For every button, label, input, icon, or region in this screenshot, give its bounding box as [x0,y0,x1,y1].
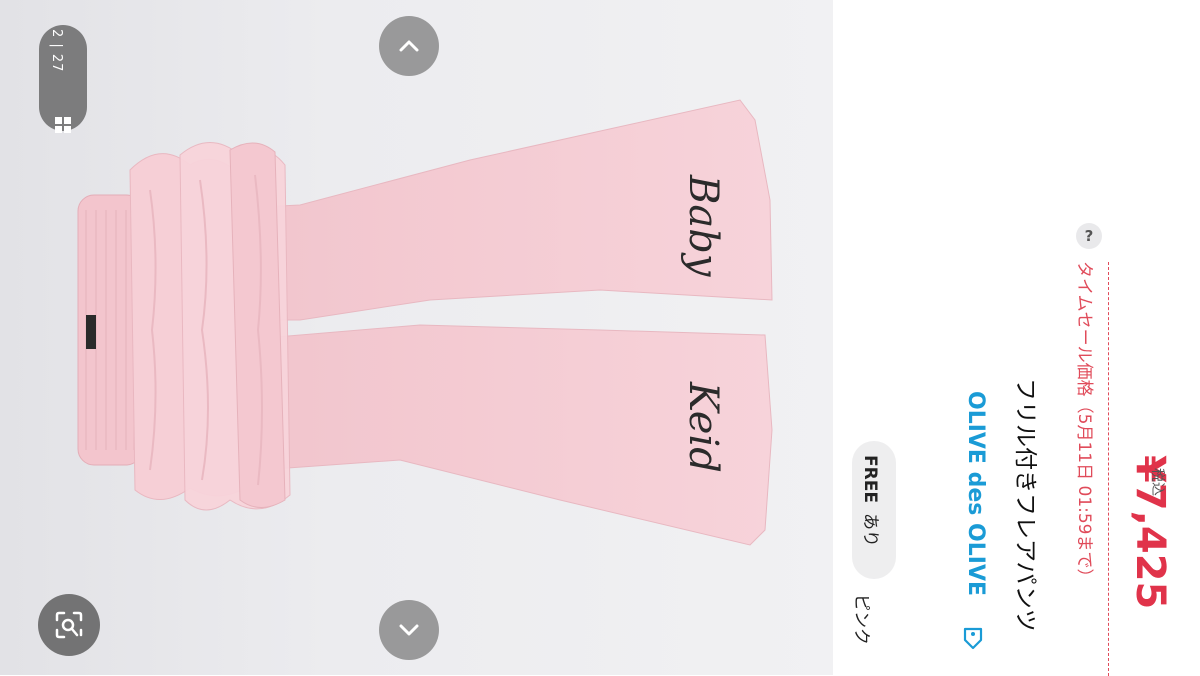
product-image[interactable]: Baby Keid 2 | 27 [0,0,833,675]
chevron-up-icon [399,40,419,52]
shop-tag-icon [963,627,983,650]
sale-underline [1108,262,1109,676]
image-search-icon [55,611,83,639]
stock-label: あり [860,512,880,547]
product-title: フリル付きフレアパンツ [1012,378,1038,632]
size-label: FREE [860,455,880,503]
help-icon[interactable]: ? [1076,223,1102,249]
pants-photo: Baby Keid [77,99,773,546]
previous-image-button[interactable] [379,16,439,76]
embroidery-baby: Baby [680,174,726,278]
image-counter[interactable]: 2 | 27 [39,25,87,133]
image-search-button[interactable] [38,594,100,656]
chevron-down-icon [399,624,419,636]
tax-label: 税込 [1149,468,1165,496]
sale-label: タイムセール価格（5月11日 01:59まで） [1074,261,1094,586]
grid-icon [55,117,71,133]
color-label: ピンク [851,594,871,645]
brand-link[interactable]: OLIVE des OLIVE [963,391,988,596]
embroidery-keid: Keid [680,381,726,473]
size-chip-text: FREE あり [860,455,885,547]
image-counter-text: 2 | 27 [49,29,64,73]
next-image-button[interactable] [379,600,439,660]
